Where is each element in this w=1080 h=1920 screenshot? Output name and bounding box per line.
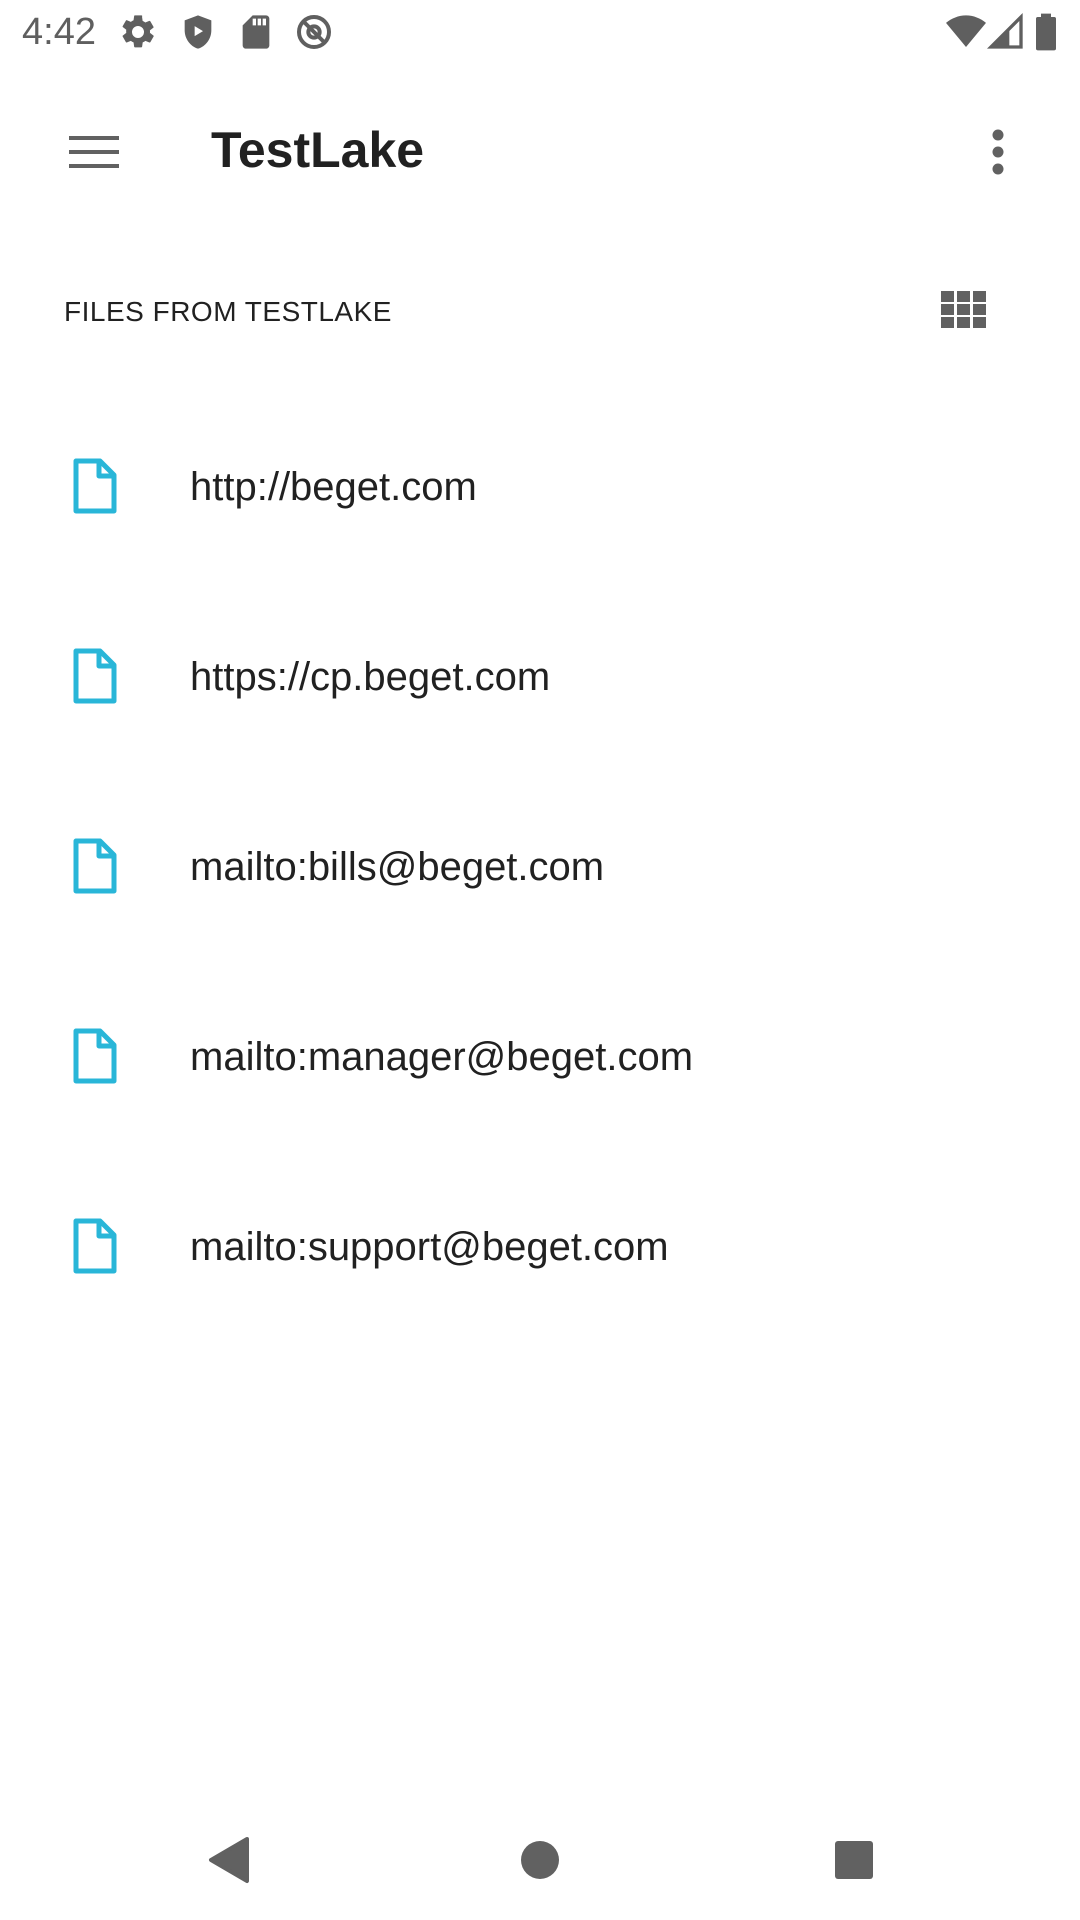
shield-play-icon [178, 12, 218, 52]
file-name: mailto:manager@beget.com [190, 1035, 694, 1079]
file-list-item[interactable]: mailto:support@beget.com [0, 1152, 1080, 1342]
file-name: mailto:support@beget.com [190, 1225, 669, 1269]
recents-button[interactable] [822, 1828, 886, 1892]
battery-icon [1030, 12, 1062, 52]
file-name: https://cp.beget.com [190, 655, 551, 699]
sd-card-icon [236, 12, 276, 52]
cell-signal-icon [986, 12, 1026, 52]
home-button[interactable] [508, 1828, 572, 1892]
back-icon [209, 1837, 249, 1883]
more-options-button[interactable] [950, 104, 1046, 200]
page-title: TestLake [211, 122, 425, 178]
section-header: FILES FROM TESTLAKE [64, 296, 392, 327]
file-name: http://beget.com [190, 465, 477, 509]
file-name: mailto:bills@beget.com [190, 845, 605, 889]
file-icon [72, 648, 118, 704]
menu-button[interactable] [46, 104, 142, 200]
app-bar: TestLake [0, 64, 1080, 232]
recents-icon [835, 1841, 873, 1879]
file-list: http://beget.com https://cp.beget.com ma… [0, 392, 1080, 1342]
wifi-icon [946, 12, 986, 52]
gear-icon [118, 12, 158, 52]
grid-view-icon [941, 291, 986, 328]
grid-view-toggle-button[interactable] [916, 262, 1012, 358]
at-sign-icon [294, 12, 334, 52]
file-list-item[interactable]: mailto:manager@beget.com [0, 962, 1080, 1152]
more-vertical-icon [992, 129, 1004, 175]
file-icon [72, 1028, 118, 1084]
file-list-item[interactable]: https://cp.beget.com [0, 582, 1080, 772]
back-button[interactable] [196, 1828, 260, 1892]
file-icon [72, 458, 118, 514]
file-icon [72, 838, 118, 894]
status-time: 4:42 [22, 11, 96, 53]
status-bar: 4:42 [0, 0, 1080, 64]
file-icon [72, 1218, 118, 1274]
file-list-item[interactable]: mailto:bills@beget.com [0, 772, 1080, 962]
navigation-bar [0, 1800, 1080, 1920]
file-list-item[interactable]: http://beget.com [0, 392, 1080, 582]
home-icon [521, 1841, 559, 1879]
hamburger-menu-icon [69, 136, 119, 168]
